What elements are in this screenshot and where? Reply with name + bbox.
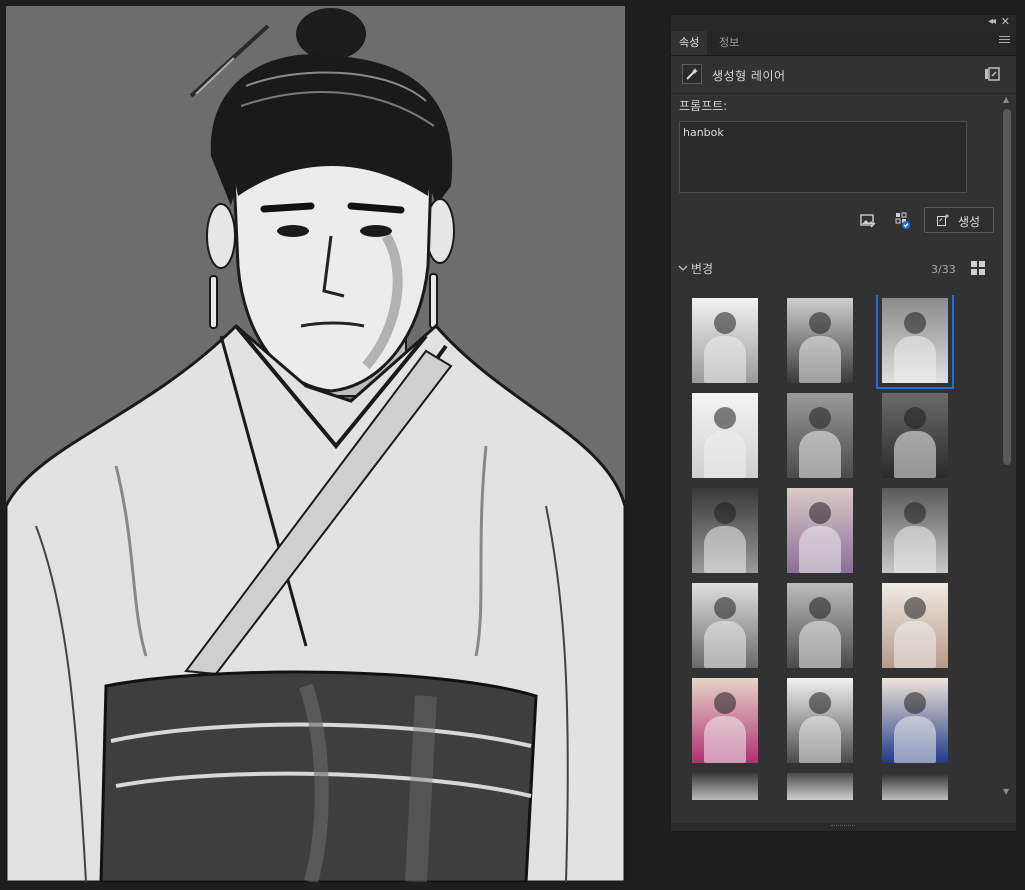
- reference-image-icon[interactable]: [860, 214, 876, 228]
- panel-tabbar: 속성 정보: [671, 31, 1016, 56]
- variation-thumbnail-color-dancer[interactable]: [882, 583, 948, 668]
- thumbnail-figure-body: [894, 621, 936, 668]
- variation-thumbnail-color-man-hanbok[interactable]: [787, 488, 853, 573]
- prompt-input[interactable]: hanbok: [679, 121, 967, 193]
- variations-count: 3/33: [931, 263, 956, 276]
- tab-info[interactable]: 정보: [711, 31, 747, 55]
- variation-thumbnail-bw-woman-dancing[interactable]: [692, 298, 758, 383]
- chevron-down-icon[interactable]: [678, 263, 688, 273]
- variation-thumbnail-bw-woman-portrait[interactable]: [692, 393, 758, 478]
- double-chevron-left-icon[interactable]: ◂◂: [988, 16, 996, 27]
- thumbnail-figure-body: [704, 431, 746, 478]
- document-canvas[interactable]: [6, 6, 625, 882]
- variations-title: 변경: [691, 262, 714, 276]
- thumbnail-figure: [714, 312, 736, 334]
- scroll-down-icon[interactable]: ▼: [1003, 787, 1009, 796]
- thumbnail-figure-body: [799, 336, 841, 383]
- grid-view-icon[interactable]: [971, 261, 986, 276]
- thumbnail-figure-body: [799, 431, 841, 478]
- layer-header: 생성형 레이어: [671, 61, 1016, 91]
- thumbnail-figure: [714, 692, 736, 714]
- variation-thumbnail-sky-partial-1[interactable]: [692, 773, 758, 800]
- divider: [671, 93, 1016, 94]
- variation-thumbnail-bw-woman-smiling[interactable]: [787, 678, 853, 763]
- generative-layer-icon: [682, 64, 702, 84]
- thumbnail-figure-body: [704, 621, 746, 668]
- variations-grid: [671, 295, 1001, 800]
- thumbnail-figure: [714, 502, 736, 524]
- hamburger-menu-icon[interactable]: [999, 36, 1010, 46]
- variation-thumbnail-bw-women-street[interactable]: [787, 393, 853, 478]
- thumbnail-figure: [904, 312, 926, 334]
- thumbnail-figure-body: [704, 716, 746, 763]
- scrollbar-thumb[interactable]: [1003, 109, 1011, 465]
- variation-thumbnail-sky-partial-3[interactable]: [882, 773, 948, 800]
- layer-action-icon[interactable]: [984, 67, 1000, 81]
- generate-icon: [937, 214, 949, 226]
- variation-thumbnail-bw-man-hanbok[interactable]: [882, 393, 948, 478]
- variation-thumbnail-bw-woman-seated[interactable]: [882, 488, 948, 573]
- thumbnail-figure-body: [894, 526, 936, 573]
- thumbnail-figure: [714, 597, 736, 619]
- sketch-artwork: [6, 6, 625, 882]
- variations-header[interactable]: 변경 3/33: [671, 259, 1016, 281]
- tab-properties[interactable]: 속성: [671, 31, 708, 55]
- thumbnail-figure-body: [799, 526, 841, 573]
- panel-scrollbar[interactable]: ▲ ▼: [1001, 95, 1013, 801]
- thumbnail-figure-body: [799, 621, 841, 668]
- panel-footer: [671, 823, 1016, 831]
- thumbnail-figure-body: [704, 336, 746, 383]
- thumbnail-figure: [904, 502, 926, 524]
- generate-label: 생성: [958, 215, 981, 229]
- generate-button[interactable]: 생성: [924, 207, 994, 233]
- content-style-icon[interactable]: [895, 212, 911, 230]
- scroll-up-icon[interactable]: ▲: [1003, 95, 1009, 104]
- variation-thumbnail-bw-man-hanbok-sketch[interactable]: [876, 295, 954, 389]
- thumbnail-figure: [809, 502, 831, 524]
- thumbnail-figure: [809, 692, 831, 714]
- thumbnail-figure-body: [704, 526, 746, 573]
- thumbnail-figure-body: [894, 336, 936, 383]
- variation-thumbnail-bw-dancer-spinning[interactable]: [787, 583, 853, 668]
- thumbnail-figure-body: [799, 716, 841, 763]
- variation-thumbnail-bw-couple-walking[interactable]: [787, 298, 853, 383]
- thumbnail-figure: [904, 597, 926, 619]
- thumbnail-figure-body: [894, 431, 936, 478]
- thumbnail-figure: [904, 407, 926, 429]
- thumbnail-figure-body: [894, 716, 936, 763]
- variation-thumbnail-bw-man-smiling[interactable]: [692, 488, 758, 573]
- thumbnail-figure: [809, 407, 831, 429]
- thumbnail-figure: [809, 597, 831, 619]
- prompt-label: 프롬프트:: [679, 99, 728, 113]
- panel-title-bar: ◂◂ ✕: [671, 15, 1016, 31]
- thumbnail-figure: [809, 312, 831, 334]
- variation-thumbnail-sky-partial-2[interactable]: [787, 773, 853, 800]
- close-icon[interactable]: ✕: [1001, 15, 1010, 28]
- variation-thumbnail-color-woman-blue-hanbok[interactable]: [882, 678, 948, 763]
- thumbnail-figure: [904, 692, 926, 714]
- variation-thumbnail-bw-dancer-skirt[interactable]: [692, 583, 758, 668]
- thumbnail-figure: [714, 407, 736, 429]
- layer-title: 생성형 레이어: [712, 69, 786, 83]
- resize-grip[interactable]: [831, 825, 855, 828]
- variation-thumbnail-color-woman-pink-hanbok[interactable]: [692, 678, 758, 763]
- properties-panel: ◂◂ ✕ 속성 정보 생성형 레이어 프롬프트: hanbok 생성 변경 3/…: [670, 14, 1017, 832]
